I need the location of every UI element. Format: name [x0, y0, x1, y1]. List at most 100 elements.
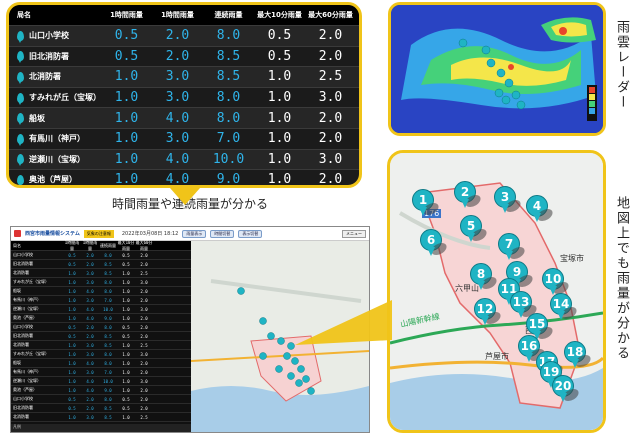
table-row[interactable]: すみれが丘（宝塚） 1.0 3.0 8.0 1.0 3.0 [9, 86, 359, 108]
app-rain-value: 2.0 [140, 315, 148, 321]
app-rain-value: 3.0 [140, 306, 148, 312]
app-rain-value: 8.0 [104, 360, 112, 366]
rain-gauge-pin[interactable]: 2 [454, 181, 483, 208]
infographic: 局名 1時間雨量 1時間雨量 連続雨量 最大10分雨量 最大60分雨量 山口小学… [0, 0, 643, 437]
table-row[interactable]: 山口小学校 0.5 2.0 8.0 0.5 2.0 [9, 25, 359, 46]
app-table-row[interactable]: 山口小学校 0.5 2.0 8.0 0.5 2.0 [11, 323, 191, 332]
app-station-name: 旧北消防署 [13, 261, 33, 266]
rain-gauge-pin[interactable]: 5 [460, 215, 489, 242]
station-label: 山口小学校 [29, 31, 69, 41]
header-1hour: 1時間雨量 [161, 11, 194, 19]
pin-tail [427, 247, 435, 256]
app-table-row[interactable]: 北消防署 1.0 3.0 8.5 1.0 2.5 [11, 341, 191, 350]
app-map[interactable] [190, 241, 369, 432]
rain-gauge-pin[interactable]: 14 [550, 293, 579, 320]
pin-tail [419, 207, 427, 216]
app-rain-value: 3.0 [86, 297, 94, 303]
rain-gauge-pin[interactable]: 3 [494, 186, 523, 213]
alert-badge[interactable]: 気象の注意報 [83, 229, 114, 238]
app-table-row[interactable]: 旧北消防署 0.5 2.0 8.5 0.5 2.0 [11, 404, 191, 413]
rain-value: 0.5 [114, 28, 139, 44]
app-station-name: 有馬川（神戸） [13, 297, 41, 302]
location-pin-icon [17, 71, 24, 84]
rain-value: 2.0 [318, 48, 343, 64]
rain-value: 8.0 [216, 90, 241, 106]
rain-gauge-pin[interactable]: 8 [470, 263, 499, 290]
app-rain-value: 3.0 [86, 342, 94, 348]
app-table-row[interactable]: 山口小学校 0.5 2.0 8.0 0.5 2.0 [11, 395, 191, 404]
app-table-row[interactable]: 逆瀬川（宝塚） 1.0 4.0 10.0 1.0 3.0 [11, 305, 191, 314]
app-rain-value: 2.5 [140, 414, 148, 420]
table-row[interactable]: 奥池（芦屋） 1.0 4.0 9.0 1.0 2.0 [9, 169, 359, 188]
app-table-row[interactable]: 旧北消防署 0.5 2.0 8.5 0.5 2.0 [11, 332, 191, 341]
table-row[interactable]: 逆瀬川（宝塚） 1.0 4.0 10.0 1.0 3.0 [9, 148, 359, 170]
caption-radar: 雨雲レーダー [614, 20, 629, 110]
rain-value: 0.5 [114, 48, 139, 64]
app-rain-value: 3.0 [140, 351, 148, 357]
rain-gauge-pin[interactable]: 18 [564, 341, 593, 368]
app-rain-value: 4.0 [86, 360, 94, 366]
app-rain-value: 1.0 [122, 270, 130, 276]
app-table-row[interactable]: 逆瀬川（宝塚） 1.0 4.0 10.0 1.0 3.0 [11, 377, 191, 386]
label-takarazuka: 宝塚市 [560, 254, 584, 263]
app-table-row[interactable]: 旧北消防署 0.5 2.0 8.5 0.5 2.0 [11, 260, 191, 269]
app-rain-value: 2.0 [140, 396, 148, 402]
caption-hourly: 時間雨量や連続雨量が分かる [112, 197, 269, 211]
app-table-row[interactable]: 北消防署 1.0 3.0 8.5 1.0 2.5 [11, 269, 191, 278]
location-pin-icon [17, 113, 24, 126]
location-pin-icon [17, 174, 24, 185]
timestamp: 2022年03月08日 18:12 [121, 231, 179, 237]
rain-view-button[interactable]: 雨量表示 [182, 229, 207, 238]
app-table-row[interactable]: 船坂 1.0 4.0 8.0 1.0 2.0 [11, 359, 191, 368]
app-station-name: 船坂 [13, 360, 21, 365]
time-switch-button[interactable]: 時間切替 [210, 229, 235, 238]
app-station-name: 北消防署 [13, 270, 29, 275]
station-label: 有馬川（神戸） [29, 134, 85, 144]
app-table-row[interactable]: 奥池（芦屋） 1.0 4.0 9.0 1.0 2.0 [11, 386, 191, 395]
rain-value: 3.0 [318, 151, 343, 167]
table-body: 山口小学校 0.5 2.0 8.0 0.5 2.0 旧北消防署 0.5 2.0 8.5 0.5 2.0… [9, 25, 359, 188]
app-rain-value: 0.5 [68, 396, 76, 402]
pin-tail [505, 251, 513, 260]
rain-gauge-pin[interactable]: 15 [526, 313, 555, 340]
app-rain-value: 1.0 [68, 378, 76, 384]
rain-gauge-pin[interactable]: 7 [498, 233, 527, 260]
app-rain-value: 2.0 [140, 387, 148, 393]
rain-gauge-pin[interactable]: 20 [552, 375, 581, 402]
rain-gauge-pin[interactable]: 13 [510, 291, 539, 318]
rain-radar-image [388, 2, 606, 136]
rain-value: 3.0 [165, 69, 190, 85]
app-table-row[interactable]: 船坂 1.0 4.0 8.0 1.0 2.0 [11, 287, 191, 296]
legend-bar[interactable]: 凡例 [11, 424, 191, 432]
table-row[interactable]: 有馬川（神戸） 1.0 3.0 7.0 1.0 2.0 [9, 127, 359, 149]
app-table-row[interactable]: 北消防署 1.0 3.0 8.5 1.0 2.5 [11, 413, 191, 422]
app-table-row[interactable]: すみれが丘（宝塚） 1.0 3.0 8.0 1.0 3.0 [11, 350, 191, 359]
table-row[interactable]: 船坂 1.0 4.0 8.0 1.0 2.0 [9, 107, 359, 128]
app-rain-value: 3.0 [86, 270, 94, 276]
app-table-row[interactable]: 有馬川（神戸） 1.0 3.0 7.0 1.0 2.0 [11, 368, 191, 377]
app-rain-value: 2.0 [140, 297, 148, 303]
pin-tail [461, 199, 469, 208]
rain-gauge-pin[interactable]: 4 [526, 195, 555, 222]
rain-value: 4.0 [165, 172, 190, 188]
app-header-cell: 連続雨量 [100, 242, 116, 248]
rain-gauge-pin[interactable]: 6 [420, 229, 449, 256]
rain-gauge-pin[interactable]: 12 [474, 298, 503, 325]
rain-gauge-pin[interactable]: 1 [412, 189, 441, 216]
city-logo-icon [14, 230, 21, 237]
rain-value: 2.0 [318, 131, 343, 147]
display-switch-button[interactable]: 表示切替 [238, 229, 263, 238]
rain-value: 3.0 [318, 90, 343, 106]
rain-gauge-pin[interactable]: 10 [542, 268, 571, 295]
app-table-row[interactable]: 奥池（芦屋） 1.0 4.0 9.0 1.0 2.0 [11, 314, 191, 323]
app-table-row[interactable]: 山口小学校 0.5 2.0 8.0 0.5 2.0 [11, 251, 191, 260]
app-table-row[interactable]: すみれが丘（宝塚） 1.0 3.0 8.0 1.0 3.0 [11, 278, 191, 287]
table-row[interactable]: 北消防署 1.0 3.0 8.5 1.0 2.5 [9, 66, 359, 87]
rain-value: 1.0 [114, 151, 139, 167]
app-header-cell: 1時間雨量 [82, 239, 98, 251]
app-table-row[interactable]: 有馬川（神戸） 1.0 3.0 7.0 1.0 2.0 [11, 296, 191, 305]
menu-button[interactable]: メニュー [342, 229, 366, 238]
app-station-name: 北消防署 [13, 414, 29, 419]
table-row[interactable]: 旧北消防署 0.5 2.0 8.5 0.5 2.0 [9, 45, 359, 67]
rain-value: 8.5 [216, 69, 241, 85]
